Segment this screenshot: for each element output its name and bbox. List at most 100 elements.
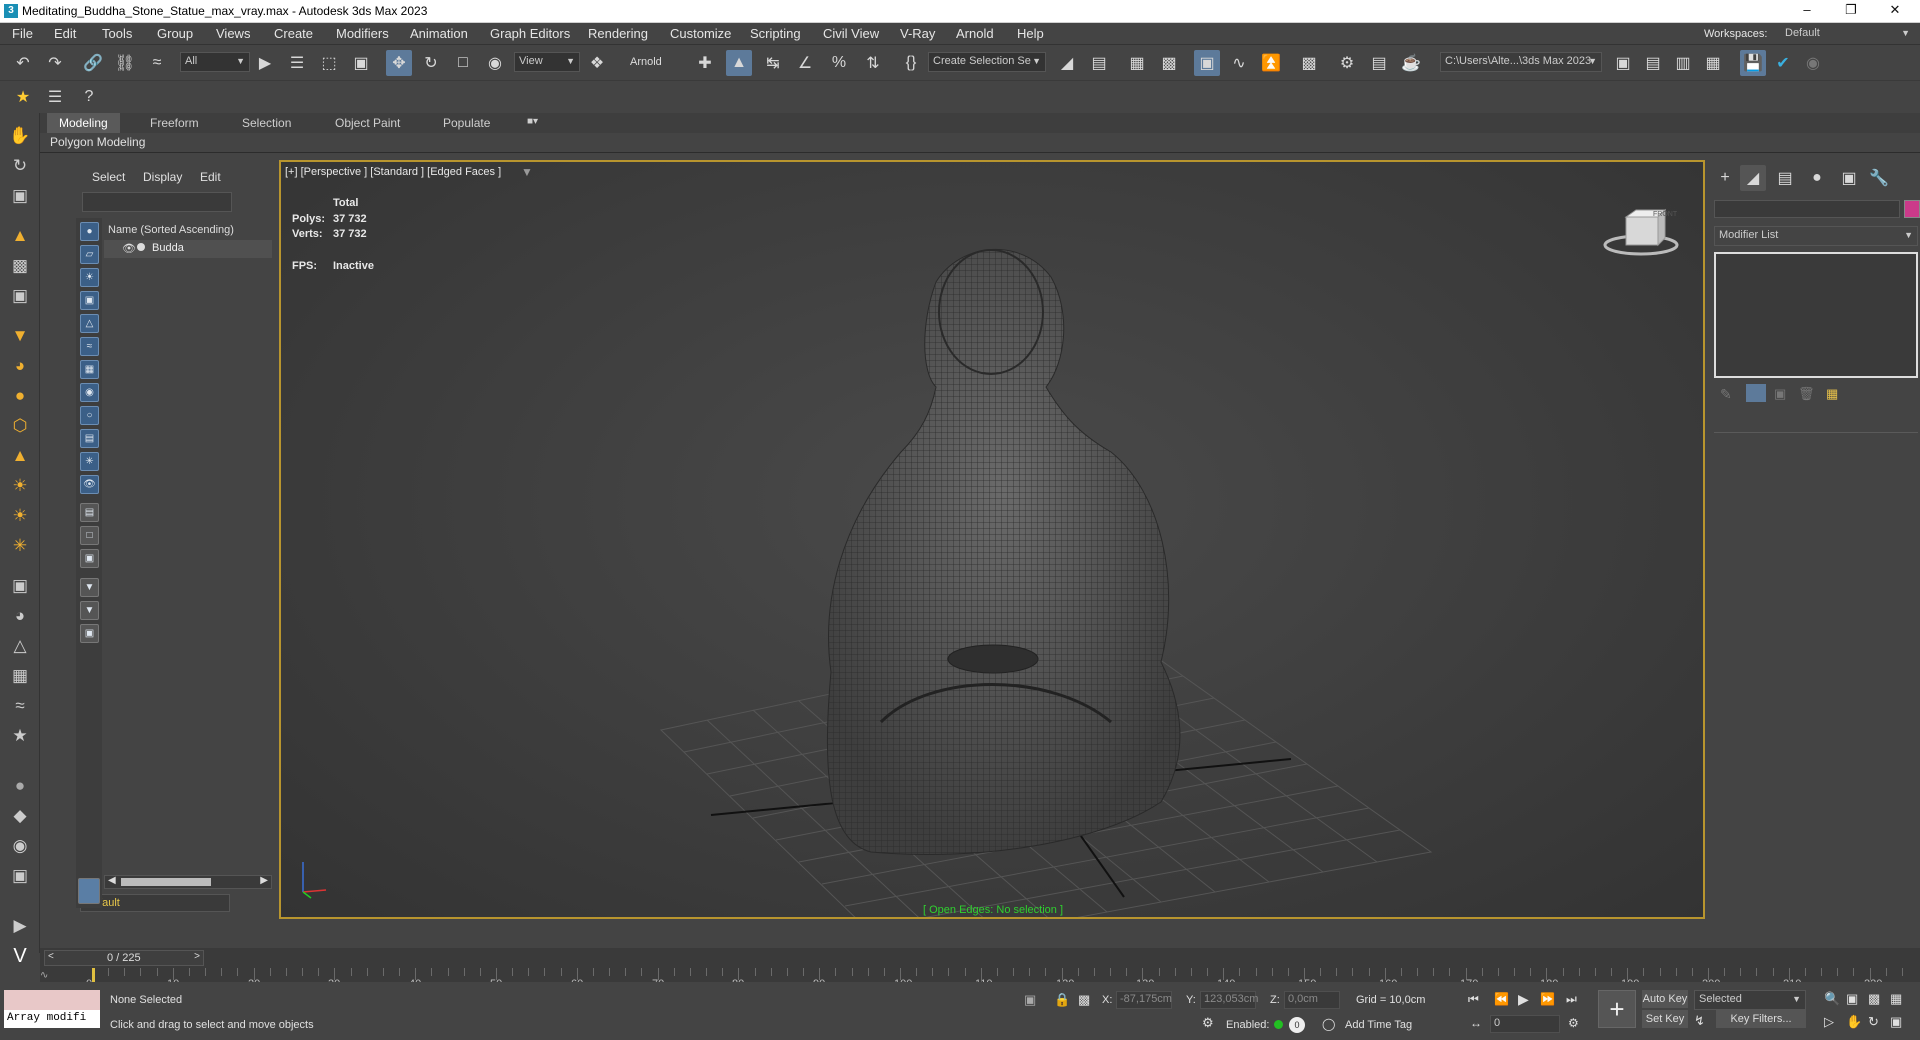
- next-frame-icon[interactable]: >: [194, 951, 200, 962]
- select-rotate-icon[interactable]: ↻: [418, 50, 444, 76]
- select-by-name-icon[interactable]: ☰: [284, 50, 310, 76]
- scene-tab-display[interactable]: Display: [143, 170, 182, 184]
- script-enable-icon[interactable]: ⚙: [1202, 1015, 1214, 1031]
- perspective-viewport[interactable]: [+] [Perspective ] [Standard ] [Edged Fa…: [279, 160, 1705, 919]
- helper-filter-icon[interactable]: △: [80, 314, 99, 333]
- camera-icon[interactable]: ▩: [6, 253, 34, 279]
- remove-modifier-icon[interactable]: 🗑: [1798, 386, 1815, 402]
- set-key-big-button[interactable]: +: [1598, 990, 1636, 1028]
- grass-icon[interactable]: ≈: [6, 693, 34, 719]
- layer-explorer-icon[interactable]: ▦: [1124, 50, 1150, 76]
- visibility-eye-icon[interactable]: 👁: [122, 242, 136, 255]
- project-folder-icon[interactable]: ▣: [1610, 50, 1636, 76]
- select-move-icon[interactable]: ✥: [386, 50, 412, 76]
- menu-views[interactable]: Views: [216, 26, 250, 41]
- angle-snap-icon[interactable]: ∠: [792, 50, 818, 76]
- menu-rendering[interactable]: Rendering: [588, 26, 648, 41]
- set-project-icon[interactable]: ▦: [1700, 50, 1726, 76]
- isolate-icon[interactable]: ▣: [1024, 992, 1036, 1008]
- menu-graph-editors[interactable]: Graph Editors: [490, 26, 570, 41]
- redo-icon[interactable]: ↷: [42, 50, 68, 76]
- scene-tab-select[interactable]: Select: [92, 170, 125, 184]
- keyboard-shortcut-override-icon[interactable]: ▲: [726, 50, 752, 76]
- mirror-icon[interactable]: ◢: [1054, 50, 1080, 76]
- sky-icon[interactable]: ✳: [6, 533, 34, 559]
- spacewarp-filter-icon[interactable]: ≈: [80, 337, 99, 356]
- schematic-view-icon[interactable]: ⏫: [1258, 50, 1284, 76]
- cube-icon[interactable]: ▣: [6, 573, 34, 599]
- prev-key-icon[interactable]: ⏪: [1494, 992, 1509, 1006]
- geosphere-icon[interactable]: ⬡: [6, 413, 34, 439]
- vray-icon[interactable]: ▶: [6, 913, 34, 939]
- maxscript-listener-pink[interactable]: [4, 990, 100, 1010]
- percent-snap-icon[interactable]: %: [826, 50, 852, 76]
- folder-icon[interactable]: ▣: [80, 624, 99, 643]
- configure-modifier-sets-icon[interactable]: ▦: [1826, 386, 1838, 402]
- zoom-all-icon[interactable]: ▣: [1846, 991, 1858, 1007]
- xref-filter-icon[interactable]: ◉: [80, 383, 99, 402]
- menu-civil-view[interactable]: Civil View: [823, 26, 879, 41]
- sync-icon[interactable]: ◉: [1800, 50, 1826, 76]
- prev-frame-icon[interactable]: <: [48, 951, 54, 962]
- orbit-icon[interactable]: ↻: [6, 153, 34, 179]
- next-key-icon[interactable]: ⏩: [1540, 992, 1555, 1006]
- hand-icon[interactable]: ✋: [6, 123, 34, 149]
- pin-stack-icon[interactable]: ✎: [1720, 386, 1732, 403]
- viewcube-face-label[interactable]: FRONT: [1653, 211, 1677, 218]
- render-production-icon[interactable]: ☕: [1398, 50, 1424, 76]
- container-filter-icon[interactable]: ▤: [80, 429, 99, 448]
- manipulate-icon[interactable]: ✚: [692, 50, 718, 76]
- display-none-icon[interactable]: □: [80, 526, 99, 545]
- tag-icon[interactable]: ◯: [1322, 1017, 1335, 1031]
- y-coord-field[interactable]: 123,053cm: [1200, 991, 1258, 1009]
- lock-icon[interactable]: 🔒: [1054, 992, 1070, 1008]
- menu-create[interactable]: Create: [274, 26, 313, 41]
- object-name-field[interactable]: [1714, 200, 1900, 218]
- goto-end-icon[interactable]: ⏭: [1566, 992, 1577, 1007]
- menu-scripting[interactable]: Scripting: [750, 26, 801, 41]
- menu-modifiers[interactable]: Modifiers: [336, 26, 389, 41]
- network-icon[interactable]: ▣: [6, 863, 34, 889]
- unlink-icon[interactable]: ⛓: [112, 50, 138, 76]
- edit-named-selection-icon[interactable]: {}: [898, 50, 924, 76]
- menu-file[interactable]: File: [12, 26, 33, 41]
- open-project-icon[interactable]: ▤: [1640, 50, 1666, 76]
- teapot-icon[interactable]: ◕: [6, 603, 34, 629]
- save-icon[interactable]: 💾: [1740, 50, 1766, 76]
- shape-filter-icon[interactable]: ▱: [80, 245, 99, 264]
- scene-search-input[interactable]: [82, 192, 232, 212]
- zoom-icon[interactable]: 🔍: [1824, 991, 1840, 1007]
- align-icon[interactable]: ▤: [1086, 50, 1112, 76]
- show-end-result-icon[interactable]: [1746, 384, 1766, 402]
- new-project-icon[interactable]: ▥: [1670, 50, 1696, 76]
- helper-icon[interactable]: △: [6, 633, 34, 659]
- spot-icon[interactable]: ▲: [6, 443, 34, 469]
- sun-icon[interactable]: ☀: [6, 503, 34, 529]
- pivot-center-icon[interactable]: ❖: [584, 50, 610, 76]
- select-object-icon[interactable]: ▶: [252, 50, 278, 76]
- render-setup-icon[interactable]: ⚙: [1334, 50, 1360, 76]
- key-mode-dropdown[interactable]: Selected ▼: [1694, 990, 1806, 1010]
- select-place-icon[interactable]: ◉: [482, 50, 508, 76]
- pan-icon[interactable]: ✋: [1846, 1014, 1862, 1030]
- display-invert-icon[interactable]: ▣: [80, 549, 99, 568]
- list-item[interactable]: 👁 Budda: [104, 240, 272, 258]
- arnold-label[interactable]: Arnold: [630, 56, 662, 68]
- material-editor-icon[interactable]: ▩: [1296, 50, 1322, 76]
- object-name[interactable]: Budda: [152, 242, 184, 254]
- undo-icon[interactable]: ↶: [10, 50, 36, 76]
- set-key-button[interactable]: Set Key: [1642, 1010, 1688, 1028]
- tab-selection[interactable]: Selection: [230, 116, 303, 130]
- fov-icon[interactable]: ▷: [1824, 1014, 1834, 1030]
- menu-help[interactable]: Help: [1017, 26, 1044, 41]
- menu-edit[interactable]: Edit: [54, 26, 76, 41]
- scroll-thumb[interactable]: [121, 878, 211, 886]
- restore-icon[interactable]: ❐: [1836, 2, 1866, 20]
- utilities-tab-icon[interactable]: 🔧: [1866, 165, 1892, 191]
- maximize-viewport-icon[interactable]: ▣: [1890, 1014, 1902, 1030]
- scroll-left-icon[interactable]: ◀: [108, 875, 116, 886]
- menu-animation[interactable]: Animation: [410, 26, 468, 41]
- hierarchy-tab-icon[interactable]: ▤: [1772, 165, 1798, 191]
- snaps-toggle-icon[interactable]: ↹: [760, 50, 786, 76]
- viewport-label-menu[interactable]: [+] [Perspective ] [Standard ] [Edged Fa…: [285, 166, 501, 178]
